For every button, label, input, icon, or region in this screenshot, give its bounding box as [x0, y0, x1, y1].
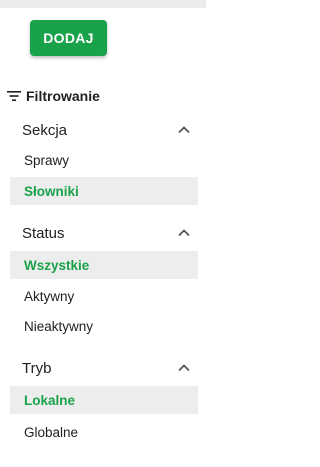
- filter-item-slowniki[interactable]: Słowniki: [10, 177, 198, 205]
- section-title: Tryb: [22, 359, 52, 377]
- filter-title: Filtrowanie: [26, 88, 100, 104]
- add-button[interactable]: DODAJ: [30, 20, 107, 56]
- section-title: Status: [22, 224, 65, 242]
- section-header-status[interactable]: Status: [10, 221, 196, 245]
- filter-item-lokalne[interactable]: Lokalne: [10, 386, 198, 414]
- section-header-sekcja[interactable]: Sekcja: [10, 118, 196, 142]
- filter-item-sprawy[interactable]: Sprawy: [10, 146, 198, 174]
- filter-list-icon: [7, 91, 21, 101]
- chevron-up-icon[interactable]: [172, 221, 196, 245]
- filter-header: Filtrowanie: [7, 86, 100, 106]
- filter-item-wszystkie[interactable]: Wszystkie: [10, 251, 198, 279]
- filter-item-aktywny[interactable]: Aktywny: [10, 282, 198, 310]
- filter-item-nieaktywny[interactable]: Nieaktywny: [10, 312, 198, 340]
- section-header-tryb[interactable]: Tryb: [10, 356, 196, 380]
- section-title: Sekcja: [22, 121, 68, 139]
- filter-item-globalne[interactable]: Globalne: [10, 418, 198, 446]
- chevron-up-icon[interactable]: [172, 118, 196, 142]
- chevron-up-icon[interactable]: [172, 356, 196, 380]
- top-bar: [0, 0, 206, 8]
